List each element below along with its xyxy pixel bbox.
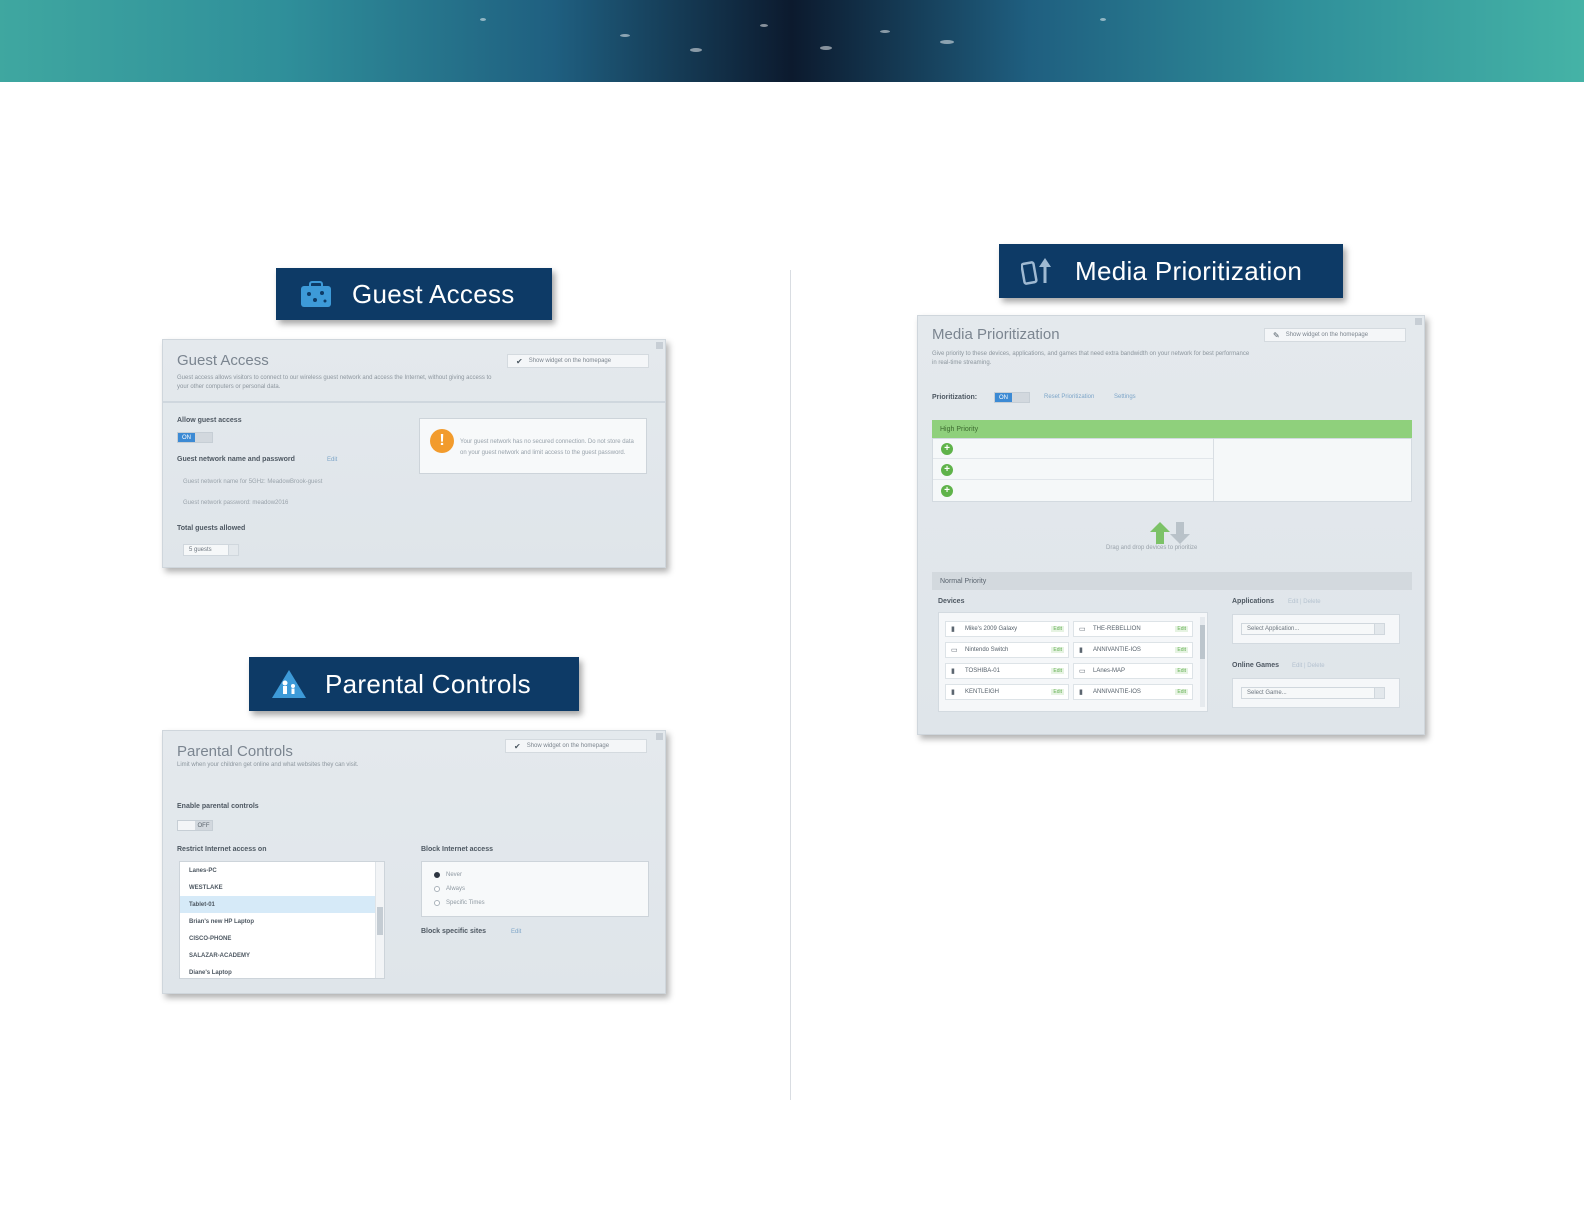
tv-icon: ▭ — [1079, 626, 1086, 633]
device-card[interactable]: ▮ KENTLEIGH Edit — [945, 684, 1069, 700]
add-icon[interactable]: + — [941, 485, 953, 497]
games-box: Select Game... — [1232, 678, 1400, 708]
games-edit-links[interactable]: Edit | Delete — [1292, 663, 1325, 669]
select-application[interactable]: Select Application... — [1241, 623, 1385, 635]
device-card[interactable]: ▮ ANNIVANTIE-IOS Edit — [1073, 684, 1193, 700]
list-item[interactable]: SALAZAR-ACADEMY — [180, 947, 384, 964]
guest-access-label: Guest Access — [276, 268, 552, 320]
chevron-down-icon — [1374, 688, 1384, 698]
chevron-down-icon — [1374, 624, 1384, 634]
list-item[interactable]: WESTLAKE — [180, 879, 384, 896]
panel-title: Guest Access — [177, 352, 269, 369]
parental-controls-label: Parental Controls — [249, 657, 579, 711]
header-banner — [0, 0, 1584, 82]
device-card[interactable]: ▮ TOSHIBA-01 Edit — [945, 663, 1069, 679]
reset-prioritization-link[interactable]: Reset Prioritization — [1044, 394, 1094, 400]
block-access-options: Never Always Specific Times — [421, 861, 649, 917]
add-icon[interactable]: + — [941, 443, 953, 455]
phone-icon: ▮ — [1079, 689, 1083, 696]
show-widget-button[interactable]: ✔ Show widget on the homepage — [507, 354, 649, 368]
block-sites-label: Block specific sites — [421, 928, 486, 935]
applications-label: Applications — [1232, 598, 1275, 605]
allow-guest-toggle[interactable]: ON — [177, 432, 213, 443]
total-guests-label: Total guests allowed — [177, 525, 246, 532]
device-card[interactable]: ▭ THE-REBELLION Edit — [1073, 621, 1193, 637]
phone-icon: ▮ — [951, 626, 955, 633]
show-widget-button[interactable]: ✔ Show widget on the homepage — [505, 739, 647, 753]
device-card[interactable]: ▭ Nintendo Switch Edit — [945, 642, 1069, 658]
edit-network-link[interactable]: Edit — [327, 457, 337, 463]
panel-description: Guest access allows visitors to connect … — [177, 375, 492, 390]
check-icon: ✔ — [516, 356, 523, 366]
device-list[interactable]: Lanes-PC WESTLAKE Tablet-01 Brian's new … — [179, 861, 385, 979]
drag-hint: Drag and drop devices to prioritize — [1106, 545, 1198, 551]
high-priority-header: High Priority — [932, 420, 1412, 438]
panel-description: Give priority to these devices, applicat… — [932, 351, 1250, 366]
total-guests-select[interactable]: 5 guests — [183, 544, 239, 556]
network-name-password-label: Guest network name and password — [177, 456, 295, 463]
panel-title: Parental Controls — [177, 743, 293, 760]
media-prioritization-label: Media Prioritization — [999, 244, 1343, 298]
devices-label: Devices — [938, 598, 965, 605]
list-item[interactable]: Lanes-PC — [180, 862, 384, 879]
panel-title: Media Prioritization — [932, 326, 1060, 343]
add-icon[interactable]: + — [941, 464, 953, 476]
applications-edit-links[interactable]: Edit | Delete — [1288, 599, 1321, 605]
list-item[interactable]: Brian's new HP Laptop — [180, 913, 384, 930]
allow-guest-label: Allow guest access — [177, 417, 242, 424]
phone-icon: ▮ — [951, 689, 955, 696]
list-item[interactable]: Diane's Laptop — [180, 964, 384, 981]
enable-parental-toggle[interactable]: OFF — [177, 820, 213, 831]
settings-link[interactable]: Settings — [1114, 394, 1136, 400]
chevron-down-icon — [228, 545, 238, 555]
show-widget-button[interactable]: ✎ Show widget on the homepage — [1264, 328, 1406, 342]
parental-controls-icon — [271, 666, 307, 702]
check-icon: ✔ — [514, 741, 521, 751]
phone-icon: ▮ — [1079, 647, 1083, 654]
block-access-label: Block Internet access — [421, 846, 493, 853]
tv-icon: ▭ — [951, 647, 958, 654]
prioritization-label: Prioritization: — [932, 394, 978, 401]
list-item[interactable]: CISCO-PHONE — [180, 930, 384, 947]
panel-description: Limit when your children get online and … — [177, 762, 359, 768]
device-card[interactable]: ▮ Mike's 2009 Galaxy Edit — [945, 621, 1069, 637]
radio-specific-times[interactable]: Specific Times — [434, 900, 485, 906]
devices-scrollbar[interactable] — [1200, 617, 1205, 707]
parental-controls-panel: Parental Controls ✔ Show widget on the h… — [162, 730, 666, 994]
warning-icon: ! — [430, 429, 454, 453]
enable-parental-label: Enable parental controls — [177, 803, 259, 810]
guest-network-name: Guest network name for 5GHz: MeadowBrook… — [183, 479, 323, 485]
phone-icon: ▮ — [951, 668, 955, 675]
guest-network-password: Guest network password: meadow2016 — [183, 500, 289, 506]
guest-access-label-text: Guest Access — [352, 278, 515, 309]
devices-list: ▮ Mike's 2009 Galaxy Edit ▭ THE-REBELLION Ed… — [938, 612, 1208, 712]
device-card[interactable]: ▮ ANNIVANTIE-IOS Edit — [1073, 642, 1193, 658]
high-priority-zone[interactable]: + + + — [932, 438, 1412, 502]
media-prioritization-panel: Media Prioritization ✎ Show widget on th… — [917, 315, 1425, 735]
guest-access-panel: Guest Access ✔ Show widget on the homepa… — [162, 339, 666, 568]
normal-priority-header: Normal Priority — [932, 572, 1412, 590]
media-prioritization-label-text: Media Prioritization — [1075, 255, 1303, 286]
pencil-icon: ✎ — [1273, 330, 1280, 340]
online-games-label: Online Games — [1232, 662, 1280, 669]
tv-icon: ▭ — [1079, 668, 1086, 675]
parental-controls-label-text: Parental Controls — [325, 668, 531, 699]
media-prioritization-icon — [1021, 253, 1057, 289]
guest-warning-notice: ! Your guest network has no secured conn… — [419, 418, 647, 474]
device-card[interactable]: ▭ LAnes-MAP Edit — [1073, 663, 1193, 679]
block-sites-edit-link[interactable]: Edit — [511, 929, 521, 935]
select-game[interactable]: Select Game... — [1241, 687, 1385, 699]
list-item[interactable]: Tablet-01 — [180, 896, 384, 913]
radio-never[interactable]: Never — [434, 872, 462, 878]
column-divider — [790, 270, 791, 1100]
list-scrollbar[interactable] — [375, 862, 384, 978]
guest-access-icon — [298, 276, 334, 312]
prioritization-toggle[interactable]: ON — [994, 392, 1030, 403]
applications-box: Select Application... — [1232, 614, 1400, 644]
radio-always[interactable]: Always — [434, 886, 465, 892]
restrict-access-label: Restrict Internet access on — [177, 846, 267, 853]
